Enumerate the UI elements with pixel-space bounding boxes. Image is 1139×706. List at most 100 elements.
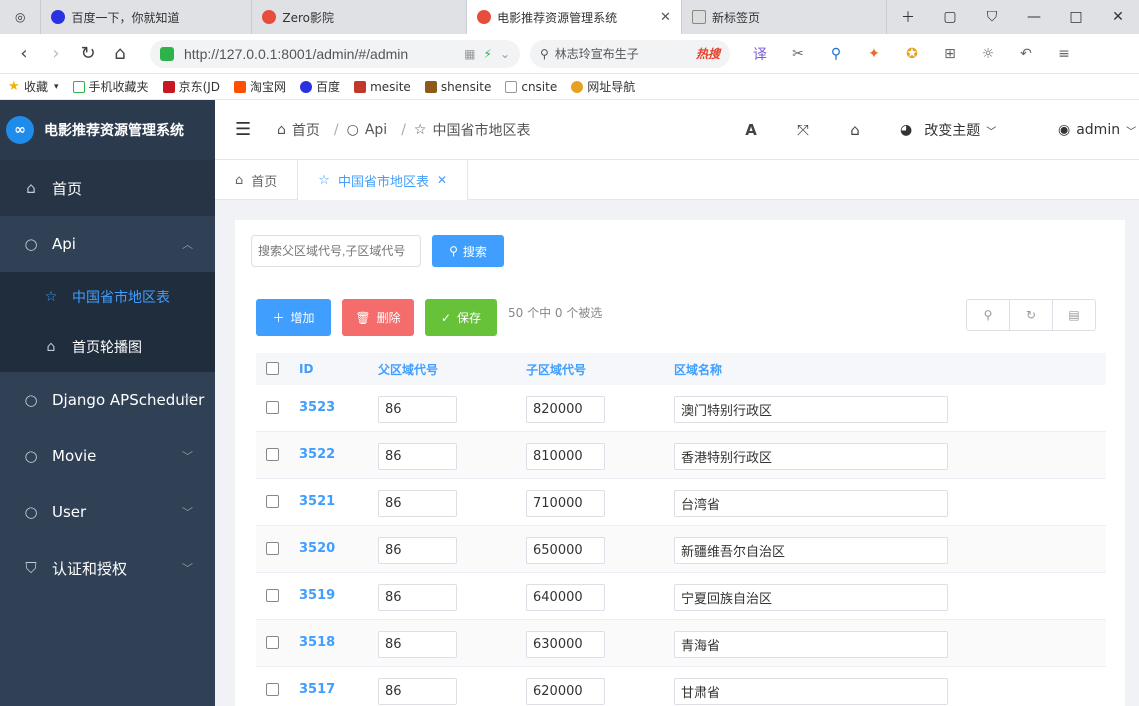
tab-count-icon[interactable]: ▢	[929, 9, 971, 25]
bookmark-item[interactable]: ★ 收藏 ▾	[8, 78, 59, 95]
sidebar-item-user[interactable]: ○ User ﹀	[0, 484, 215, 540]
bookmark-item[interactable]: 网址导航	[571, 78, 635, 95]
bookmark-item[interactable]: mesite	[354, 80, 411, 94]
refresh-icon[interactable]: ↻	[1010, 300, 1053, 330]
maximize-icon[interactable]: □	[1055, 9, 1097, 25]
minimize-icon[interactable]: —	[1013, 9, 1055, 25]
brightness-icon[interactable]: ☼	[976, 46, 1000, 62]
close-icon[interactable]: ✕	[437, 173, 447, 187]
row-checkbox[interactable]	[266, 589, 279, 602]
parent-code-field[interactable]	[378, 584, 457, 611]
parent-code-field[interactable]	[378, 490, 457, 517]
browser-menu-icon[interactable]: ◎	[0, 0, 42, 34]
row-id-link[interactable]: 3523	[299, 400, 335, 415]
parent-code-field[interactable]	[378, 396, 457, 423]
breadcrumb-item[interactable]: Api	[365, 122, 387, 138]
select-all-checkbox[interactable]	[266, 362, 279, 375]
shield-coin-icon[interactable]: ✪	[900, 46, 924, 62]
region-name-field[interactable]	[674, 443, 948, 470]
back-icon[interactable]: ‹	[8, 43, 40, 64]
bookmark-item[interactable]: cnsite	[505, 80, 557, 94]
sidebar-item-carousel[interactable]: ⌂ 首页轮播图	[0, 322, 215, 372]
browser-search-input[interactable]: ⚲ 林志玲宣布生子 热搜	[530, 39, 730, 68]
translate-icon[interactable]: 译	[748, 44, 772, 64]
sidebar-item-auth[interactable]: ⛉ 认证和授权 ﹀	[0, 540, 215, 596]
tag-home[interactable]: ⌂ 首页	[215, 160, 299, 200]
row-id-link[interactable]: 3519	[299, 588, 335, 603]
child-code-field[interactable]	[526, 490, 605, 517]
column-header[interactable]: ID	[299, 362, 313, 376]
hamburger-icon[interactable]: ☰	[235, 119, 265, 140]
bookmark-item[interactable]: 淘宝网	[234, 78, 286, 95]
columns-icon[interactable]: ▤	[1053, 300, 1095, 330]
child-code-field[interactable]	[526, 631, 605, 658]
chevron-down-icon[interactable]: ⌄	[500, 47, 510, 61]
bookmark-item[interactable]: shensite	[424, 80, 491, 94]
home-icon[interactable]: ⌂	[104, 43, 136, 64]
child-code-field[interactable]	[526, 678, 605, 705]
magnifier-icon[interactable]: ⚲	[824, 46, 848, 62]
url-field[interactable]: http://127.0.0.1:8001/admin/#/admin ▦ ⚡ …	[150, 39, 520, 68]
save-button[interactable]: ✓ 保存	[425, 299, 497, 336]
reload-icon[interactable]: ↻	[72, 43, 104, 64]
bookmark-item[interactable]: 手机收藏夹	[72, 78, 149, 95]
theme-switcher[interactable]: ◕ 改变主题 ﹀	[900, 100, 996, 160]
row-id-link[interactable]: 3522	[299, 447, 335, 462]
parent-code-field[interactable]	[378, 537, 457, 564]
skin-icon[interactable]: ⛉	[971, 9, 1013, 25]
gamepad-icon[interactable]: ✦	[862, 46, 886, 62]
row-checkbox[interactable]	[266, 448, 279, 461]
scissors-icon[interactable]: ✂	[786, 46, 810, 62]
row-checkbox[interactable]	[266, 495, 279, 508]
column-header[interactable]: 子区域代号	[526, 361, 586, 378]
row-id-link[interactable]: 3518	[299, 635, 335, 650]
search-button[interactable]: ⚲ 搜索	[432, 235, 504, 267]
browser-tab-newtab[interactable]: 新标签页	[682, 0, 888, 34]
sidebar-item-api[interactable]: ○ Api ︿	[0, 216, 215, 272]
apps-grid-icon[interactable]: ⊞	[938, 46, 962, 62]
row-id-link[interactable]: 3521	[299, 494, 335, 509]
browser-tab-baidu[interactable]: 百度一下，你就知道	[41, 0, 253, 34]
child-code-field[interactable]	[526, 443, 605, 470]
search-input[interactable]	[251, 235, 421, 267]
sidebar-item-region-table[interactable]: ☆ 中国省市地区表	[0, 272, 215, 322]
menu-icon[interactable]: ≡	[1052, 46, 1076, 62]
parent-code-field[interactable]	[378, 443, 457, 470]
child-code-field[interactable]	[526, 396, 605, 423]
tag-region-table[interactable]: ☆ 中国省市地区表 ✕	[298, 160, 469, 200]
child-code-field[interactable]	[526, 584, 605, 611]
region-name-field[interactable]	[674, 396, 948, 423]
user-menu[interactable]: ◉ admin ﹀	[1058, 100, 1136, 160]
child-code-field[interactable]	[526, 537, 605, 564]
breadcrumb-item[interactable]: 首页	[292, 120, 320, 140]
row-checkbox[interactable]	[266, 683, 279, 696]
parent-code-field[interactable]	[378, 631, 457, 658]
home-icon[interactable]: ⌂	[829, 121, 881, 139]
row-checkbox[interactable]	[266, 542, 279, 555]
bookmark-item[interactable]: 百度	[300, 78, 340, 95]
column-header[interactable]: 父区域代号	[378, 361, 438, 378]
row-id-link[interactable]: 3517	[299, 682, 335, 697]
region-name-field[interactable]	[674, 537, 948, 564]
browser-tab-admin[interactable]: 电影推荐资源管理系统 ✕	[467, 0, 682, 34]
search-icon[interactable]: ⚲	[967, 300, 1010, 330]
sidebar-item-apscheduler[interactable]: ○ Django APScheduler ﹀	[0, 372, 215, 428]
sidebar-item-movie[interactable]: ○ Movie ﹀	[0, 428, 215, 484]
add-button[interactable]: ＋ 增加	[256, 299, 331, 336]
row-checkbox[interactable]	[266, 636, 279, 649]
region-name-field[interactable]	[674, 584, 948, 611]
close-window-icon[interactable]: ✕	[1097, 9, 1139, 25]
row-id-link[interactable]: 3520	[299, 541, 335, 556]
region-name-field[interactable]	[674, 678, 948, 705]
bookmark-item[interactable]: 京东(JD	[162, 78, 220, 95]
new-tab-icon[interactable]: ＋	[887, 7, 929, 27]
undo-icon[interactable]: ↶	[1014, 46, 1038, 62]
region-name-field[interactable]	[674, 490, 948, 517]
column-header[interactable]: 区域名称	[674, 361, 722, 378]
delete-button[interactable]: 🗑 删除	[342, 299, 414, 336]
region-name-field[interactable]	[674, 631, 948, 658]
qr-icon[interactable]: ▦	[464, 47, 475, 61]
browser-tab-zero[interactable]: Zero影院	[252, 0, 468, 34]
bolt-icon[interactable]: ⚡	[484, 47, 492, 61]
parent-code-field[interactable]	[378, 678, 457, 705]
